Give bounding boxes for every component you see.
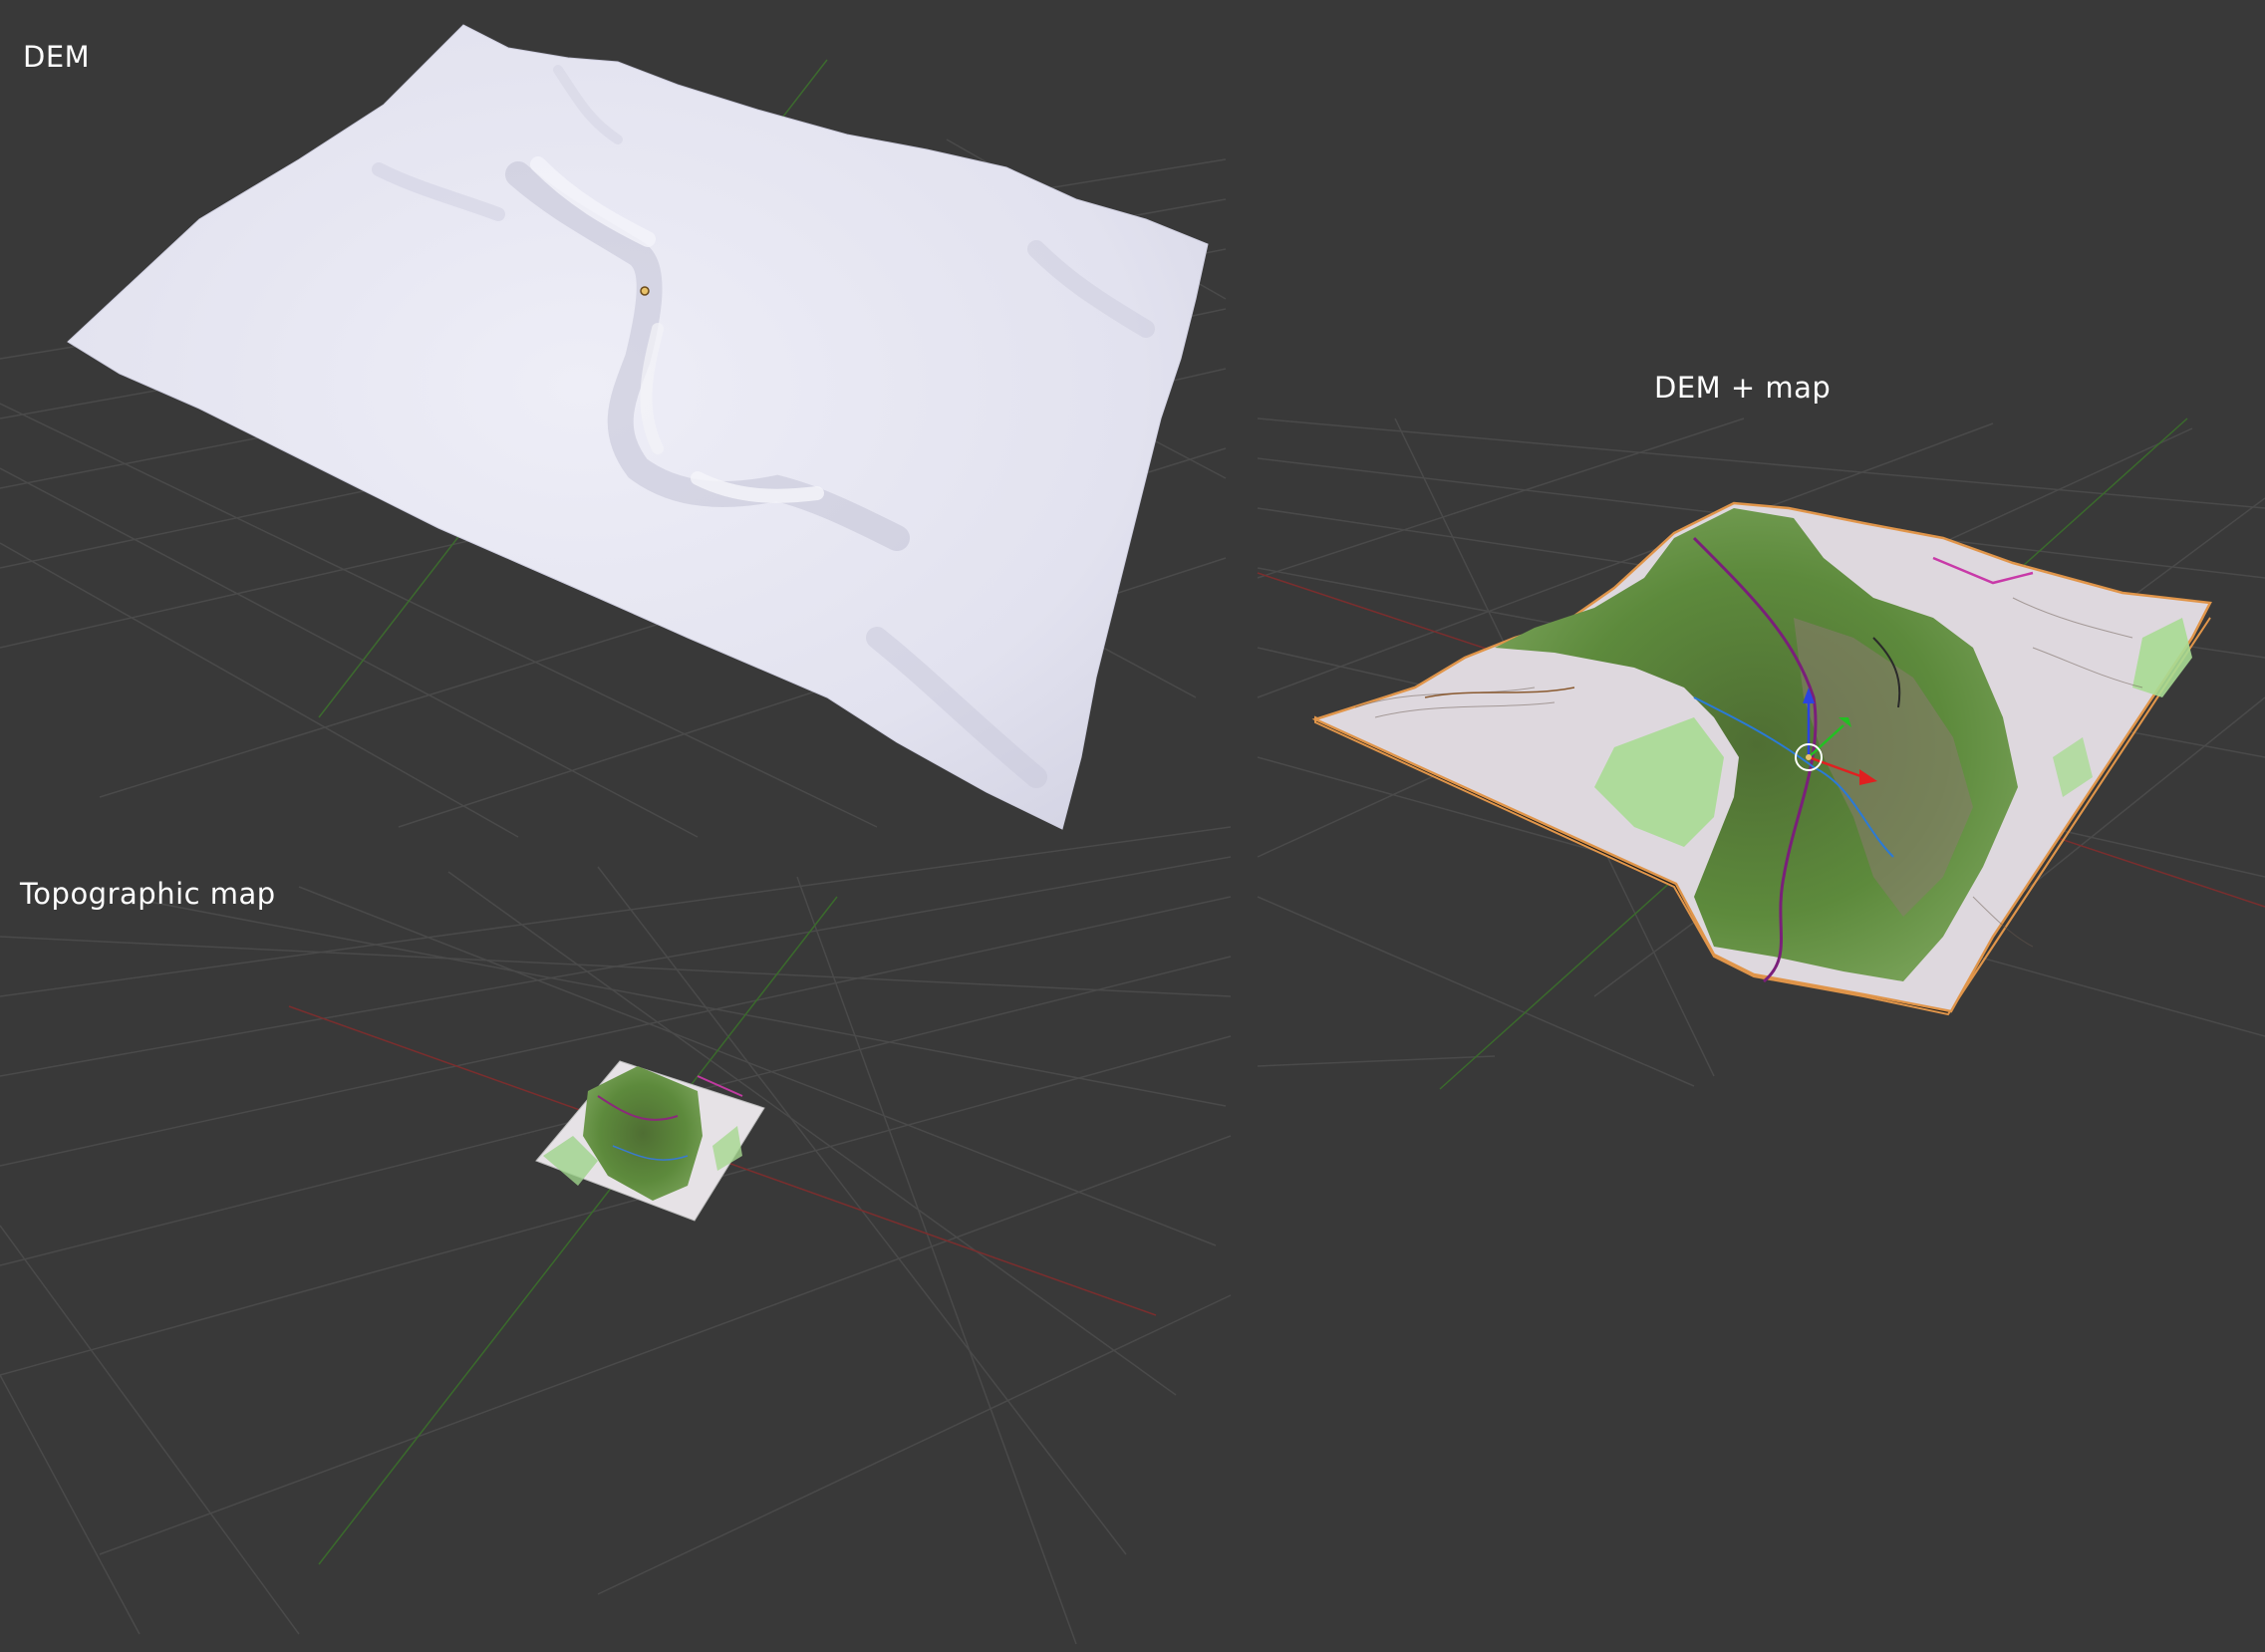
origin-dot-icon[interactable]	[640, 286, 650, 296]
scene-canvas[interactable]	[0, 0, 2265, 1652]
axis-y-topo	[318, 896, 838, 1565]
topographic-map-plane[interactable]	[535, 1060, 765, 1222]
viewport-label-dem: DEM	[23, 40, 91, 74]
viewport-label-topographic-map: Topographic map	[20, 877, 276, 911]
grid-topo-viewport	[0, 826, 1232, 1645]
dem-map-terrain[interactable]	[1311, 501, 2212, 1016]
3d-viewport[interactable]: DEM Topographic map DEM + map	[0, 0, 2265, 1652]
viewport-label-dem-map: DEM + map	[1654, 371, 1832, 405]
dem-surface[interactable]	[67, 24, 1209, 830]
